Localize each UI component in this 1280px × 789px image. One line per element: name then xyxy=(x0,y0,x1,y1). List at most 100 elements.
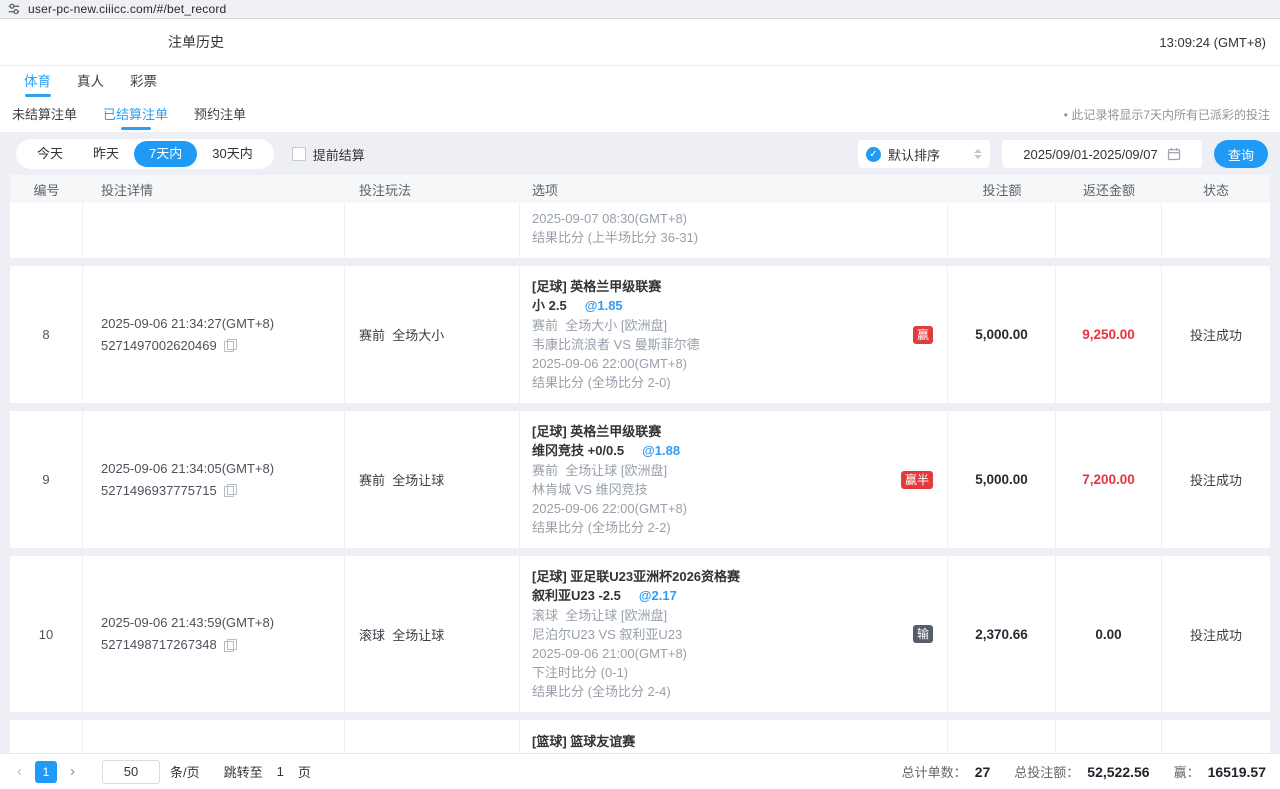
bet-number xyxy=(10,720,83,753)
option-pick: 叙利亚U23 -2.5@2.17 xyxy=(532,586,935,606)
bet-table: 编号 投注详情 投注玩法 选项 投注额 返还金额 状态 2025-09-07 0… xyxy=(10,175,1270,753)
bet-number: 8 xyxy=(10,266,83,403)
bet-detail xyxy=(83,203,345,258)
table-row: 102025-09-06 21:43:59(GMT+8)527149871726… xyxy=(10,556,1270,712)
bet-play-type: 赛前 全场让球 xyxy=(345,411,520,548)
bet-status: 投注成功 xyxy=(1162,266,1270,403)
bet-stake: 5,000.00 xyxy=(948,411,1056,548)
bet-number: 9 xyxy=(10,411,83,548)
bet-return: 0.00 xyxy=(1056,556,1162,712)
bet-play-type: 赛前 全场大小 xyxy=(345,266,520,403)
server-clock: 13:09:24 (GMT+8) xyxy=(1159,35,1266,50)
result-badge: 赢 xyxy=(913,326,933,344)
record-notice: • 此记录将显示7天内所有已派彩的投注 xyxy=(1064,106,1270,123)
bet-time: 2025-09-06 21:34:05(GMT+8) xyxy=(101,458,344,480)
bet-number: 10 xyxy=(10,556,83,712)
option-line: 结果比分 (全场比分 2-4) xyxy=(532,682,935,701)
tab-live-casino[interactable]: 真人 xyxy=(77,70,104,99)
filter-7days[interactable]: 7天内 xyxy=(134,141,197,167)
bet-option: [足球] 英格兰甲级联赛维冈竞技 +0/0.5@1.88赛前 全场让球 [欧洲盘… xyxy=(520,411,948,548)
bet-status: 投注成功 xyxy=(1162,411,1270,548)
tab-reserved[interactable]: 预约注单 xyxy=(194,104,246,132)
tab-settled[interactable]: 已结算注单 xyxy=(103,104,168,132)
copy-icon[interactable] xyxy=(224,339,237,352)
prev-page-button[interactable]: ‹ xyxy=(14,763,25,780)
option-league: [篮球] 篮球友谊赛 xyxy=(532,732,935,751)
option-line: 尼泊尔U23 VS 叙利亚U23 xyxy=(532,625,935,644)
sorter-icon xyxy=(974,149,982,159)
browser-url-bar: user-pc-new.ciiicc.com/#/bet_record xyxy=(0,0,1280,19)
tab-sports[interactable]: 体育 xyxy=(24,70,51,99)
early-settle-option[interactable]: 提前结算 xyxy=(292,145,365,164)
col-header-status: 状态 xyxy=(1162,180,1270,199)
tab-lottery[interactable]: 彩票 xyxy=(130,70,157,99)
sort-select[interactable]: ✓ 默认排序 xyxy=(858,140,990,168)
next-page-button[interactable]: › xyxy=(67,763,78,780)
option-line: 林肯城 VS 维冈竞技 xyxy=(532,480,935,499)
app-header: 注单历史 13:09:24 (GMT+8) xyxy=(0,19,1280,66)
jump-label: 跳转至 xyxy=(224,762,263,781)
table-row: [篮球] 篮球友谊赛 xyxy=(10,720,1270,753)
site-settings-icon[interactable] xyxy=(8,3,20,15)
bet-time: 2025-09-06 21:43:59(GMT+8) xyxy=(101,612,344,634)
page-size-input[interactable] xyxy=(102,760,160,784)
page-url[interactable]: user-pc-new.ciiicc.com/#/bet_record xyxy=(28,2,226,16)
search-button[interactable]: 查询 xyxy=(1214,140,1268,168)
option-line: 结果比分 (全场比分 2-2) xyxy=(532,518,935,537)
option-line: 2025-09-06 21:00(GMT+8) xyxy=(532,644,935,663)
filter-today[interactable]: 今天 xyxy=(22,141,78,167)
pick-selection: 维冈竞技 +0/0.5 xyxy=(532,443,624,458)
bet-option: [篮球] 篮球友谊赛 xyxy=(520,720,948,753)
result-badge: 赢半 xyxy=(901,471,933,489)
tab-unsettled[interactable]: 未结算注单 xyxy=(12,104,77,132)
bet-reference: 5271496937775715 xyxy=(101,480,344,502)
pick-selection: 小 2.5 xyxy=(532,298,567,313)
col-header-number: 编号 xyxy=(10,180,83,199)
copy-icon[interactable] xyxy=(224,639,237,652)
bet-time: 2025-09-06 21:34:27(GMT+8) xyxy=(101,313,344,335)
table-row: 2025-09-07 08:30(GMT+8)结果比分 (上半场比分 36-31… xyxy=(10,203,1270,258)
option-league: [足球] 英格兰甲级联赛 xyxy=(532,277,935,296)
option-line: 2025-09-07 08:30(GMT+8) xyxy=(532,209,935,228)
option-line: 韦康比流浪者 VS 曼斯菲尔德 xyxy=(532,335,935,354)
jump-page-value[interactable]: 1 xyxy=(273,764,288,779)
bet-status xyxy=(1162,203,1270,258)
bet-number xyxy=(10,203,83,258)
sort-value: 默认排序 xyxy=(888,145,967,164)
pick-odds: @2.17 xyxy=(639,588,677,603)
bet-return: 9,250.00 xyxy=(1056,266,1162,403)
page-1-button[interactable]: 1 xyxy=(35,761,57,783)
option-line: 2025-09-06 22:00(GMT+8) xyxy=(532,354,935,373)
bet-return: 7,200.00 xyxy=(1056,411,1162,548)
result-badge: 输 xyxy=(913,625,933,643)
bet-play-type: 滚球 全场让球 xyxy=(345,556,520,712)
bet-status: 投注成功 xyxy=(1162,556,1270,712)
option-pick: 维冈竞技 +0/0.5@1.88 xyxy=(532,441,935,461)
page-word: 页 xyxy=(298,762,311,781)
date-range-value: 2025/09/01-2025/09/07 xyxy=(1023,147,1157,162)
bet-reference: 5271498717267348 xyxy=(101,634,344,656)
option-line: 结果比分 (全场比分 2-0) xyxy=(532,373,935,392)
table-header: 编号 投注详情 投注玩法 选项 投注额 返还金额 状态 xyxy=(10,175,1270,203)
bet-reference: 5271497002620469 xyxy=(101,335,344,357)
table-body: 2025-09-07 08:30(GMT+8)结果比分 (上半场比分 36-31… xyxy=(10,203,1270,753)
bet-play-type xyxy=(345,203,520,258)
total-count-value: 27 xyxy=(975,764,991,780)
filter-30days[interactable]: 30天内 xyxy=(197,141,267,167)
bet-detail: 2025-09-06 21:43:59(GMT+8)52714987172673… xyxy=(83,556,345,712)
filter-yesterday[interactable]: 昨天 xyxy=(78,141,134,167)
bet-stake: 2,370.66 xyxy=(948,556,1056,712)
copy-icon[interactable] xyxy=(224,484,237,497)
option-league: [足球] 亚足联U23亚洲杯2026资格赛 xyxy=(532,567,935,586)
early-settle-checkbox[interactable] xyxy=(292,147,306,161)
date-range-input[interactable]: 2025/09/01-2025/09/07 xyxy=(1002,140,1202,168)
early-settle-label: 提前结算 xyxy=(313,145,365,164)
option-line: 2025-09-06 22:00(GMT+8) xyxy=(532,499,935,518)
option-line: 滚球 全场让球 [欧洲盘] xyxy=(532,606,935,625)
settlement-tabs: 未结算注单 已结算注单 预约注单 • 此记录将显示7天内所有已派彩的投注 xyxy=(0,99,1280,132)
bet-reference-number: 5271498717267348 xyxy=(101,634,217,656)
option-pick: 小 2.5@1.85 xyxy=(532,296,935,316)
page-title: 注单历史 xyxy=(168,32,224,52)
footer-bar: ‹ 1 › 条/页 跳转至 1 页 总计单数： 27 总投注额： 52,522.… xyxy=(0,753,1280,789)
bet-detail xyxy=(83,720,345,753)
